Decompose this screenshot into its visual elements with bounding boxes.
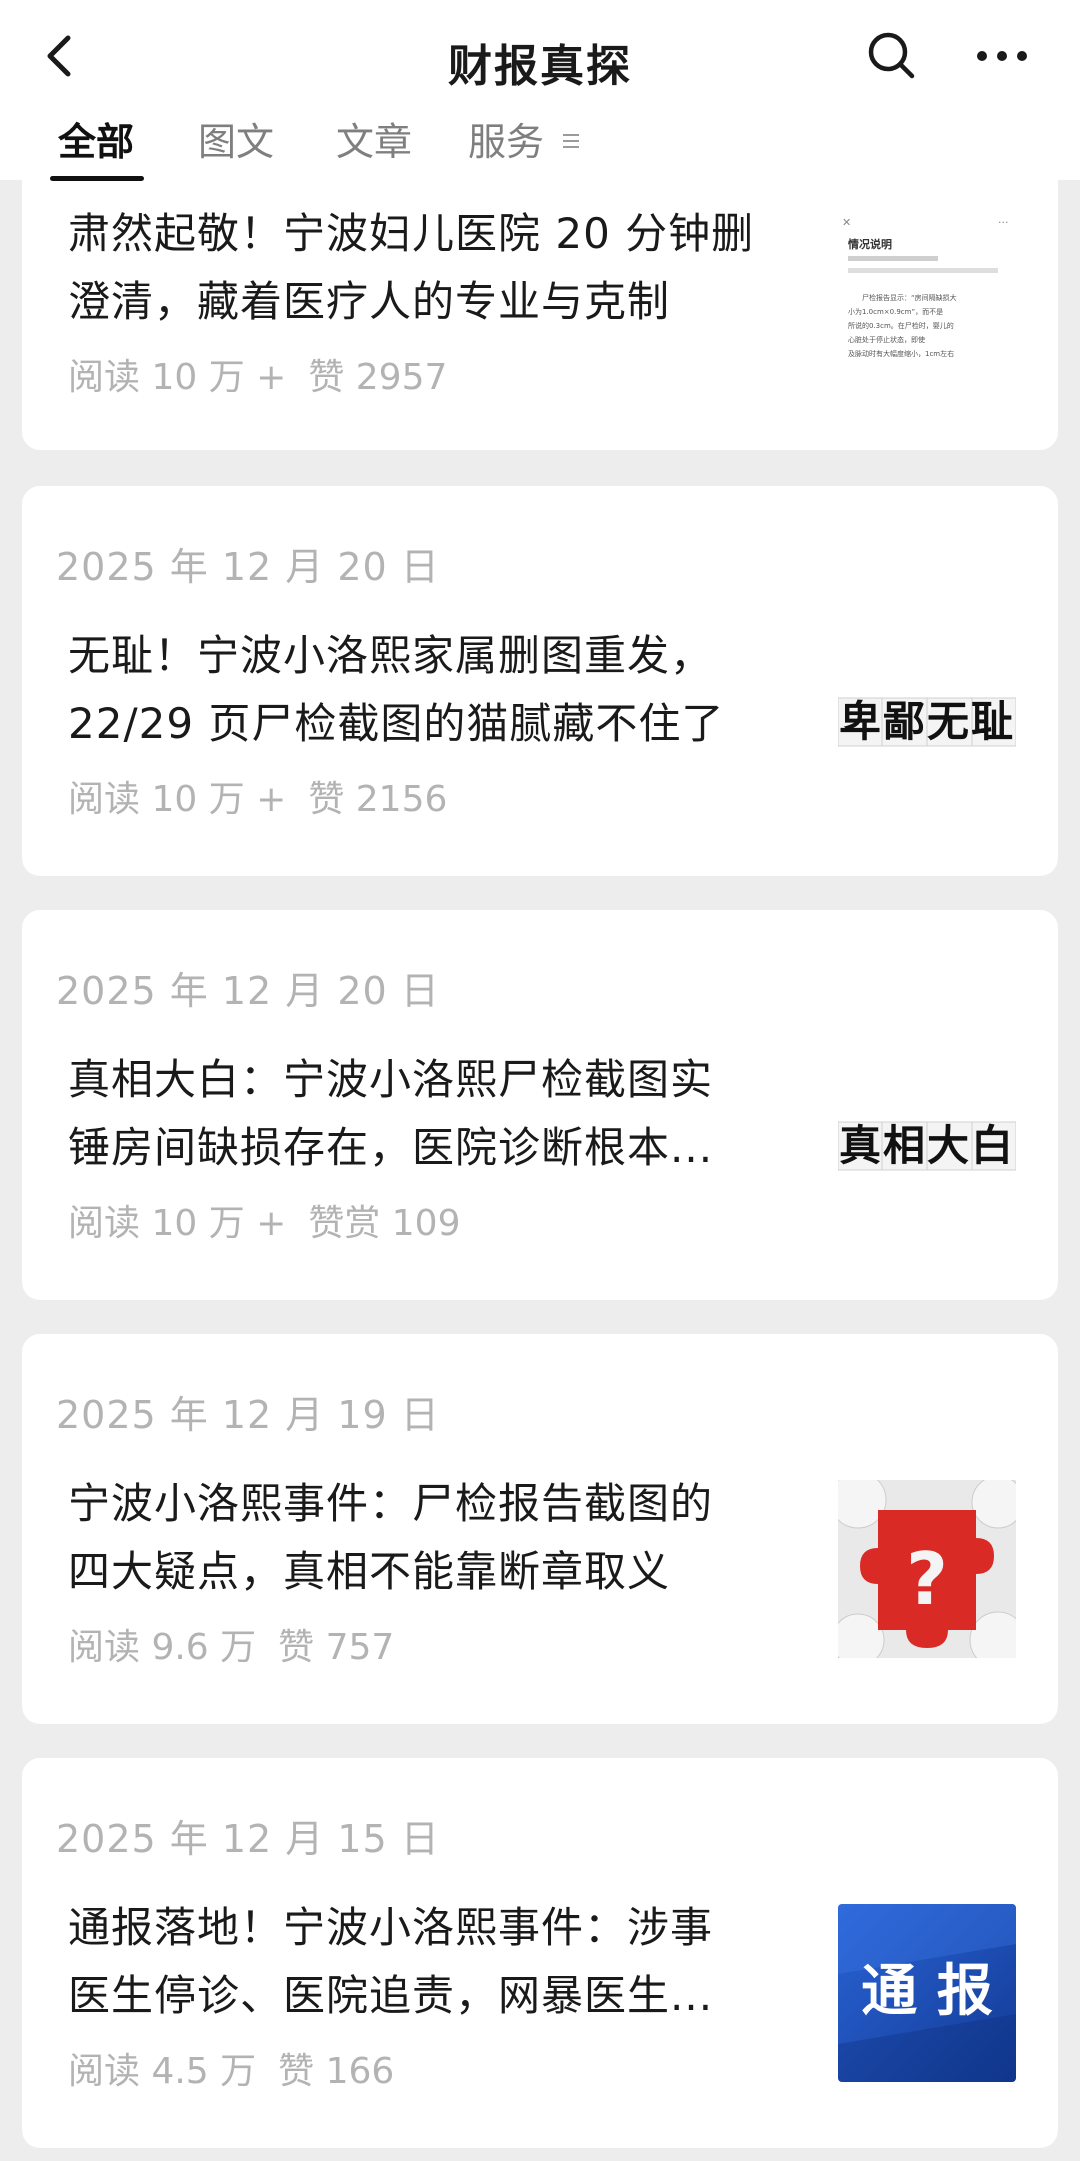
article-title: 通报落地！宁波小洛熙事件：涉事 医生停诊、医院追责，网暴医生... — [68, 1903, 714, 2020]
tab-image-text[interactable]: 图文 — [198, 114, 274, 170]
article-stats: 阅读 10 万 + 赞赏 109 — [68, 1194, 460, 1246]
tab-services[interactable]: 服务 — [468, 114, 544, 170]
tab-all[interactable]: 全部 — [58, 114, 134, 170]
article-thumbnail: 真相大白 — [838, 1056, 1016, 1234]
read-count: 阅读 10 万 + — [68, 357, 287, 398]
tab-articles[interactable]: 文章 — [336, 114, 412, 170]
svg-text:✕: ✕ — [842, 216, 851, 229]
thumbnail-text: 通 报 — [861, 1959, 993, 2024]
more-options-button[interactable] — [974, 30, 1030, 82]
menu-lines-icon[interactable] — [562, 132, 580, 150]
search-button[interactable] — [866, 30, 918, 82]
article-card[interactable]: 2025 年 12 月 20 日 真相大白：宁波小洛熙尸检截图实 锤房间缺损存在… — [22, 910, 1058, 1300]
article-card[interactable]: 2025 年 12 月 19 日 宁波小洛熙事件：尸检报告截图的 四大疑点，真相… — [22, 1334, 1058, 1724]
document-thumbnail-image: ✕ ··· 情况说明 尸检报告显示：“房间隔缺损大 小为1.0cm×0.9cm”… — [838, 210, 1016, 388]
doc-title: 情况说明 — [848, 237, 892, 251]
like-count: 赞 2957 — [308, 357, 448, 398]
like-count: 赞 757 — [278, 1627, 395, 1668]
article-card[interactable]: 2025 年 12 月 20 日 无耻！宁波小洛熙家属删图重发， 22/29 页… — [22, 486, 1058, 876]
svg-text:所说的0.3cm。在尸检时，婴儿的: 所说的0.3cm。在尸检时，婴儿的 — [848, 321, 954, 330]
article-stats: 阅读 10 万 + 赞 2957 — [68, 348, 447, 400]
svg-text:尸检报告显示：“房间隔缺损大: 尸检报告显示：“房间隔缺损大 — [862, 293, 957, 302]
svg-text:···: ··· — [998, 216, 1009, 229]
article-thumbnail: ? — [838, 1480, 1016, 1658]
like-count: 赞赏 109 — [308, 1203, 461, 1244]
article-thumbnail: ✕ ··· 情况说明 尸检报告显示：“房间隔缺损大 小为1.0cm×0.9cm”… — [838, 210, 1016, 388]
like-count: 赞 2156 — [308, 779, 448, 820]
calligraphy-thumbnail-image: 真相大白 — [838, 1056, 1016, 1234]
article-thumbnail: 卑鄙无耻 — [838, 632, 1016, 810]
article-card[interactable]: 2025 年 12 月 15 日 通报落地！宁波小洛熙事件：涉事 医生停诊、医院… — [22, 1758, 1058, 2148]
top-header: 财报真探 全部 图文 文章 服务 — [0, 0, 1080, 181]
article-thumbnail: 通 报 — [838, 1904, 1016, 2082]
article-title: 宁波小洛熙事件：尸检报告截图的 四大疑点，真相不能靠断章取义 — [68, 1479, 714, 1596]
more-dots-icon — [977, 51, 1027, 61]
read-count: 阅读 10 万 + — [68, 779, 287, 820]
read-count: 阅读 10 万 + — [68, 1203, 287, 1244]
article-date: 2025 年 12 月 20 日 — [56, 969, 440, 1013]
article-stats: 阅读 4.5 万赞 166 — [68, 2042, 394, 2094]
like-count: 赞 166 — [278, 2051, 395, 2092]
read-count: 阅读 4.5 万 — [68, 2051, 257, 2092]
article-title: 无耻！宁波小洛熙家属删图重发， 22/29 页尸检截图的猫腻藏不住了 — [68, 631, 725, 748]
svg-text:小为1.0cm×0.9cm”，而不是: 小为1.0cm×0.9cm”，而不是 — [848, 307, 943, 316]
svg-text:及脉动时有大幅度缩小，1cm左右: 及脉动时有大幅度缩小，1cm左右 — [848, 349, 954, 358]
article-stats: 阅读 10 万 + 赞 2156 — [68, 770, 447, 822]
page-title: 财报真探 — [448, 41, 632, 92]
read-count: 阅读 9.6 万 — [68, 1627, 257, 1668]
thumbnail-text: 真相大白 — [839, 1121, 1015, 1170]
active-tab-indicator — [50, 176, 144, 181]
tab-bar: 全部 图文 文章 服务 — [0, 112, 1080, 181]
thumbnail-text: 卑鄙无耻 — [839, 697, 1015, 746]
article-title: 真相大白：宁波小洛熙尸检截图实 锤房间缺损存在，医院诊断根本... — [68, 1055, 714, 1172]
question-mark: ? — [906, 1537, 948, 1621]
article-stats: 阅读 9.6 万赞 757 — [68, 1618, 394, 1670]
article-date: 2025 年 12 月 19 日 — [56, 1393, 440, 1437]
article-date: 2025 年 12 月 15 日 — [56, 1817, 440, 1861]
calligraphy-thumbnail-image: 卑鄙无耻 — [838, 632, 1016, 810]
puzzle-question-thumbnail-image: ? — [838, 1480, 1016, 1658]
search-icon — [868, 32, 915, 79]
svg-text:心脏处于停止状态，即使: 心脏处于停止状态，即使 — [848, 335, 925, 344]
article-title: 肃然起敬！宁波妇儿医院 20 分钟删 澄清，藏着医疗人的专业与克制 — [68, 209, 755, 326]
nav-bar: 财报真探 — [0, 0, 1080, 112]
article-date: 2025 年 12 月 20 日 — [56, 545, 440, 589]
announcement-thumbnail-image: 通 报 — [838, 1904, 1016, 2082]
